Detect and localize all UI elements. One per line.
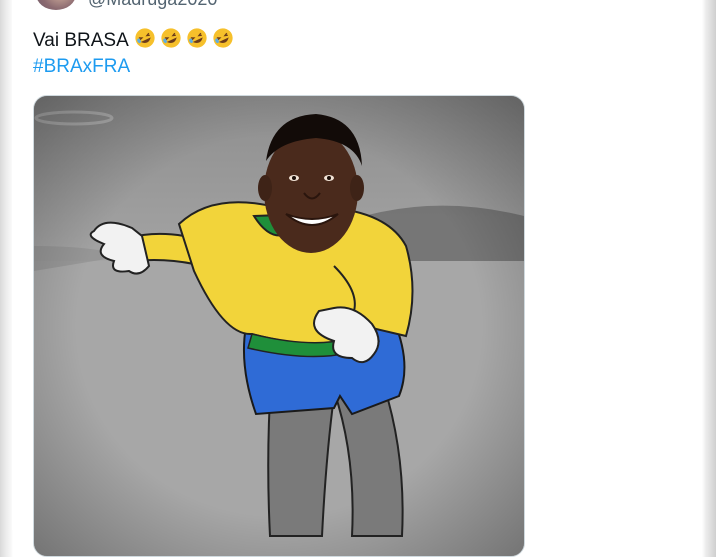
meme-illustration (34, 96, 524, 556)
emoji-group (133, 28, 237, 51)
tweet-text-body: Vai BRASA (33, 30, 128, 51)
rolling-on-floor-laughing-icon (213, 28, 233, 48)
rolling-on-floor-laughing-icon (161, 28, 181, 48)
tweet-media-image[interactable] (33, 95, 525, 557)
rolling-on-floor-laughing-icon (187, 28, 207, 48)
tweet-text: Vai BRASA (33, 27, 237, 54)
user-handle[interactable]: @Madruga2020 (88, 0, 217, 10)
rolling-on-floor-laughing-icon (135, 28, 155, 48)
hashtag-link[interactable]: #BRAxFRA (33, 54, 130, 80)
